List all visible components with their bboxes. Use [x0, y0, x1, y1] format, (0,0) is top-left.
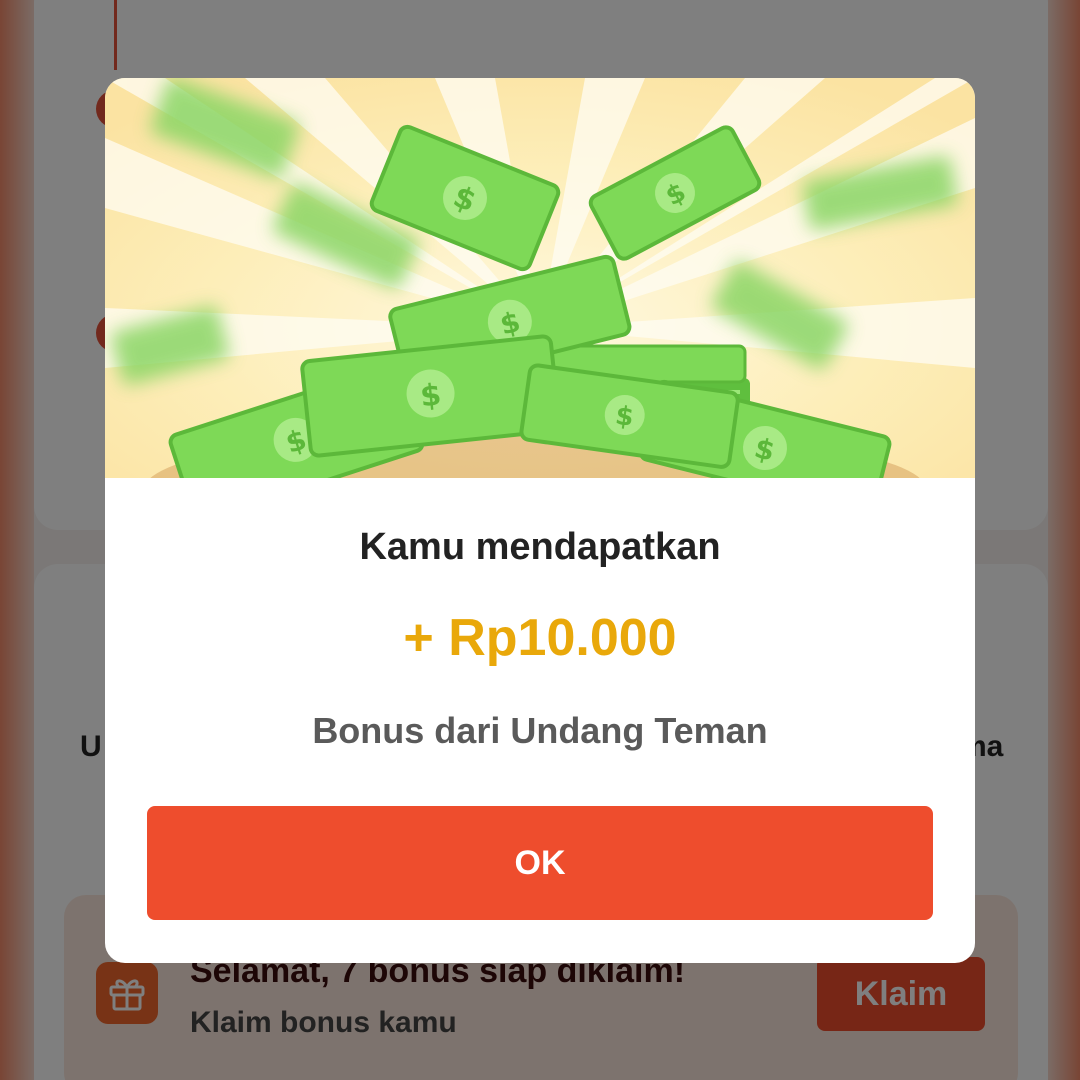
money-pile-illustration: $ $ $ $ $ $ $ [105, 78, 975, 478]
reward-description: Bonus dari Undang Teman [312, 710, 768, 751]
reward-modal: $ $ $ $ $ $ $ Kamu mendapatkan + Rp10.00… [105, 78, 975, 963]
ok-button[interactable]: OK [147, 806, 933, 920]
reward-amount: + Rp10.000 [403, 609, 677, 667]
svg-text:$: $ [419, 377, 443, 414]
modal-title: Kamu mendapatkan [359, 526, 721, 568]
